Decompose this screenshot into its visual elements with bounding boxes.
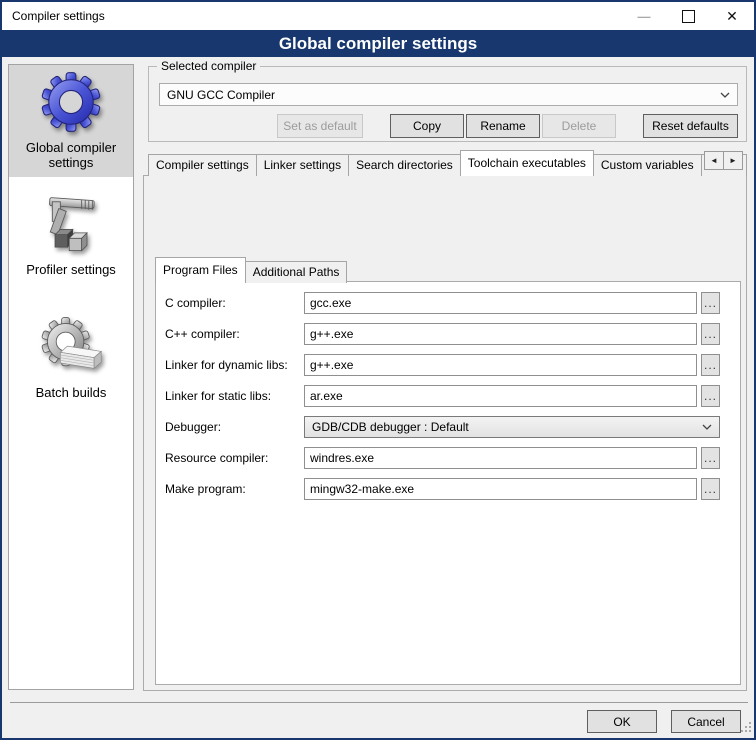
- compiler-select[interactable]: GNU GCC Compiler: [159, 83, 738, 106]
- sidebar-item-profiler-settings[interactable]: Profiler settings: [9, 187, 133, 284]
- resource-compiler-input[interactable]: [304, 447, 697, 469]
- chevron-down-icon: [702, 424, 712, 430]
- maximize-icon: [682, 10, 695, 23]
- browse-cpp-compiler-button[interactable]: ...: [701, 323, 720, 345]
- sidebar-item-batch-builds[interactable]: Batch builds: [9, 310, 133, 407]
- page-title: Global compiler settings: [2, 30, 754, 57]
- settings-tabs: Compiler settings Linker settings Search…: [148, 150, 747, 176]
- settings-category-list: Global compiler settings: [8, 64, 134, 690]
- chevron-down-icon: [720, 92, 730, 98]
- sidebar-item-label: Batch builds: [9, 385, 133, 400]
- minimize-button[interactable]: —: [622, 2, 666, 30]
- browse-static-linker-button[interactable]: ...: [701, 385, 720, 407]
- field-label: Debugger:: [165, 420, 304, 434]
- delete-button[interactable]: Delete: [542, 114, 616, 138]
- tab-linker-settings[interactable]: Linker settings: [256, 154, 349, 176]
- cpp-compiler-row: C++ compiler: ...: [165, 323, 731, 345]
- sidebar-item-label: Global compiler settings: [9, 140, 133, 170]
- browse-dynamic-linker-button[interactable]: ...: [701, 354, 720, 376]
- sidebar-item-label: Profiler settings: [9, 262, 133, 277]
- c-compiler-row: C compiler: ...: [165, 292, 731, 314]
- tab-toolchain-executables[interactable]: Toolchain executables: [460, 150, 594, 176]
- field-label: C++ compiler:: [165, 327, 304, 341]
- tab-custom-variables[interactable]: Custom variables: [593, 154, 702, 176]
- compiler-action-buttons: Set as default Copy Rename Delete Reset …: [159, 114, 738, 138]
- title-bar: Compiler settings — ✕: [2, 2, 754, 30]
- tab-search-directories[interactable]: Search directories: [348, 154, 461, 176]
- field-label: Make program:: [165, 482, 304, 496]
- selected-compiler-group: Selected compiler GNU GCC Compiler Set a…: [148, 66, 747, 142]
- debugger-row: Debugger: GDB/CDB debugger : Default: [165, 416, 731, 438]
- dynamic-linker-input[interactable]: [304, 354, 697, 376]
- sidebar-item-global-compiler-settings[interactable]: Global compiler settings: [9, 65, 133, 177]
- tab-program-files[interactable]: Program Files: [155, 257, 246, 283]
- browse-c-compiler-button[interactable]: ...: [701, 292, 720, 314]
- close-button[interactable]: ✕: [710, 2, 754, 30]
- c-compiler-input[interactable]: [304, 292, 697, 314]
- debugger-select-value: GDB/CDB debugger : Default: [312, 420, 469, 434]
- tab-scroll-buttons: ◄ ►: [705, 151, 743, 170]
- tab-compiler-settings[interactable]: Compiler settings: [148, 154, 257, 176]
- make-program-input[interactable]: [304, 478, 697, 500]
- cpp-compiler-input[interactable]: [304, 323, 697, 345]
- arrow-right-icon: ►: [729, 156, 737, 165]
- field-label: Linker for static libs:: [165, 389, 304, 403]
- program-files-panel: C compiler: ... C++ compiler: ... Linker…: [155, 281, 741, 685]
- make-program-row: Make program: ...: [165, 478, 731, 500]
- group-label: Selected compiler: [157, 59, 260, 73]
- tab-scroll-left-button[interactable]: ◄: [704, 151, 724, 170]
- window-controls: — ✕: [622, 2, 754, 30]
- tab-additional-paths[interactable]: Additional Paths: [245, 261, 348, 283]
- close-icon: ✕: [726, 8, 738, 25]
- caliper-icon: [9, 192, 133, 256]
- cancel-button[interactable]: Cancel: [671, 710, 741, 733]
- program-tabs: Program Files Additional Paths: [155, 259, 347, 283]
- debugger-select[interactable]: GDB/CDB debugger : Default: [304, 416, 720, 438]
- set-as-default-button[interactable]: Set as default: [277, 114, 363, 138]
- resize-grip-icon[interactable]: [741, 721, 751, 735]
- blue-gear-icon: [9, 70, 133, 134]
- window-title: Compiler settings: [2, 9, 105, 23]
- resource-compiler-row: Resource compiler: ...: [165, 447, 731, 469]
- copy-button[interactable]: Copy: [390, 114, 464, 138]
- ok-button[interactable]: OK: [587, 710, 657, 733]
- rename-button[interactable]: Rename: [466, 114, 540, 138]
- gray-gear-stack-icon: [9, 315, 133, 379]
- arrow-left-icon: ◄: [710, 156, 718, 165]
- browse-resource-compiler-button[interactable]: ...: [701, 447, 720, 469]
- field-label: Resource compiler:: [165, 451, 304, 465]
- minimize-icon: —: [638, 9, 651, 24]
- compiler-settings-dialog: Compiler settings — ✕ Global compiler se…: [0, 0, 756, 740]
- compiler-select-value: GNU GCC Compiler: [167, 88, 275, 102]
- dynamic-linker-row: Linker for dynamic libs: ...: [165, 354, 731, 376]
- field-label: Linker for dynamic libs:: [165, 358, 304, 372]
- footer-divider: [10, 702, 748, 703]
- maximize-button[interactable]: [666, 2, 710, 30]
- field-label: C compiler:: [165, 296, 304, 310]
- static-linker-row: Linker for static libs: ...: [165, 385, 731, 407]
- browse-make-program-button[interactable]: ...: [701, 478, 720, 500]
- reset-defaults-button[interactable]: Reset defaults: [643, 114, 738, 138]
- tab-scroll-right-button[interactable]: ►: [723, 151, 743, 170]
- static-linker-input[interactable]: [304, 385, 697, 407]
